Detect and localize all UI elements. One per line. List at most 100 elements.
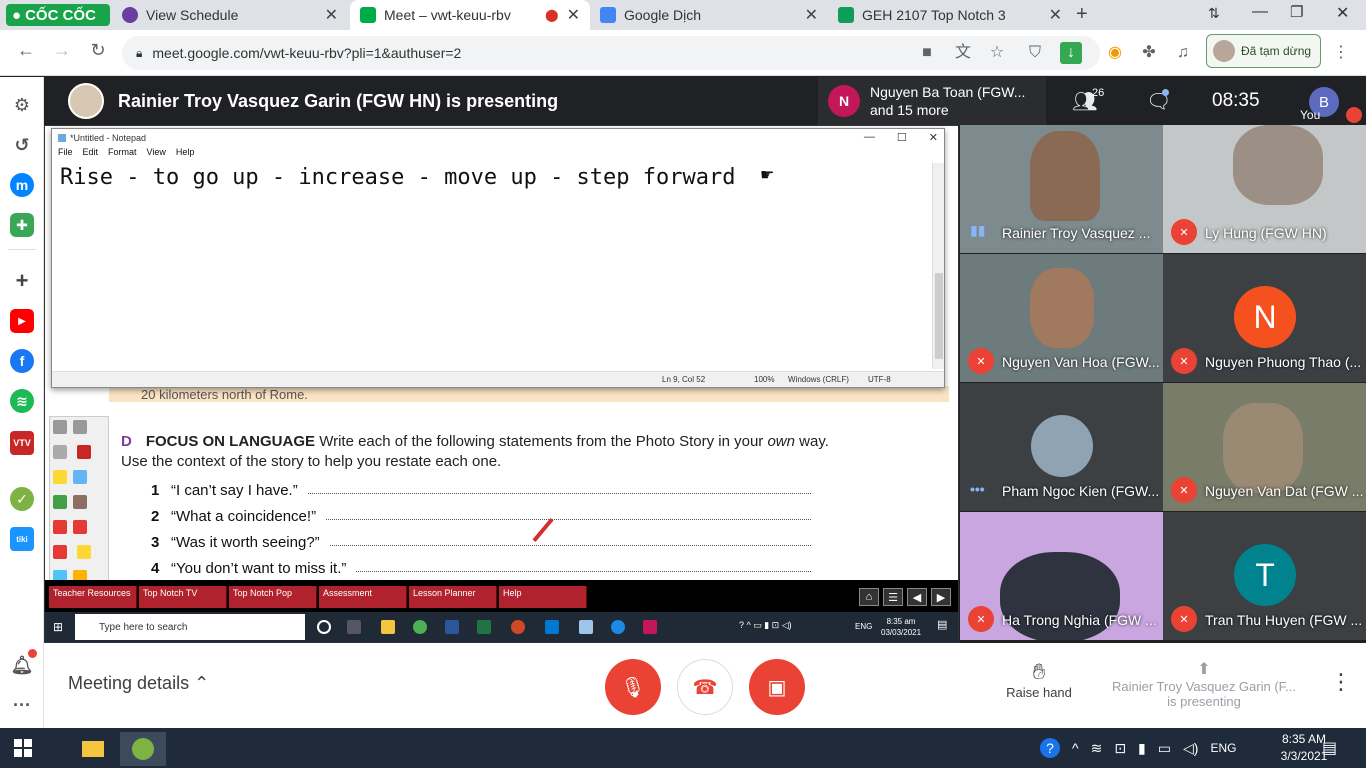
present-now-button[interactable]: ⬆ Rainier Troy Vasquez Garin (F... is pr… [1104,659,1304,709]
network-icon[interactable]: ⊡ [1114,740,1126,757]
notepad-minimize-icon[interactable]: — [864,131,875,144]
fill-color-icon[interactable] [53,545,67,559]
vtv-icon[interactable]: VTV [10,431,34,455]
hand-tool-icon[interactable] [53,445,67,459]
translate-page-icon[interactable]: 文 [952,42,974,64]
tab-view-schedule[interactable]: View Schedule ✕ [112,0,348,30]
bookmark-star-icon[interactable]: ☆ [986,42,1008,64]
extensions-puzzle-icon[interactable]: ✤ [1138,42,1160,64]
leave-call-button[interactable]: ☎︎ [677,659,733,715]
windows-start-icon[interactable] [14,739,32,757]
media-control-icon[interactable]: ♫ [1172,42,1194,64]
nav-top-notch-tv[interactable]: Top Notch TV [139,586,227,608]
more-dots-icon[interactable]: ··· [10,693,34,717]
file-explorer-icon[interactable] [381,620,395,634]
volume-icon[interactable]: ◁) [1183,740,1198,757]
wifi-icon[interactable]: ≋ [1091,740,1103,757]
mail-icon[interactable] [545,620,559,634]
shield-icon[interactable]: ⛉ [1024,42,1046,64]
tiki-icon[interactable]: tiki [10,527,34,551]
settings-gear-icon[interactable]: ⚙ [10,93,34,117]
menu-format[interactable]: Format [108,147,137,163]
profile-paused-button[interactable]: Đã tạm dừng [1206,34,1321,68]
more-options-icon[interactable]: ⋮ [1330,669,1352,695]
new-tab-button[interactable]: + [1076,3,1088,26]
sticky-note-icon[interactable] [77,545,92,559]
nav-help[interactable]: Help [499,586,587,608]
close-window-button[interactable]: ✕ [1336,3,1349,23]
powerpoint-icon[interactable] [511,620,525,634]
mic-toggle-button[interactable]: 🎙︎ [605,659,661,715]
meeting-details-button[interactable]: Meeting details ⌃ [68,673,209,694]
minimize-button[interactable]: — [1252,3,1268,21]
raise-hand-button[interactable]: ✋︎ Raise hand [994,659,1084,700]
close-tab-icon[interactable]: ✕ [325,5,338,25]
tile-ly-hung[interactable]: ✕ Ly Hung (FGW HN) [1163,125,1366,253]
microphone-icon[interactable]: ▮ [1138,740,1146,757]
excel-icon[interactable] [477,620,491,634]
taskbar-search[interactable]: Type here to search [75,614,305,640]
start-icon[interactable]: ⊞ [53,620,63,634]
coccoc-logo[interactable]: ● CỐC CỐC [6,4,110,26]
coccoc-taskbar-icon[interactable] [120,732,166,766]
color-picker-icon[interactable] [73,520,87,534]
tile-ha-trong-nghia[interactable]: ✕ Ha Trong Nghia (FGW ... [960,512,1163,640]
close-tab-icon[interactable]: ✕ [805,5,818,25]
game-icon[interactable]: ✚ [10,213,34,237]
download-icon[interactable]: ↓ [1060,42,1082,64]
cortana-icon[interactable] [317,620,331,634]
history-icon[interactable]: ↺ [10,133,34,157]
taskbar-clock[interactable]: 8:35 AM 3/3/2021 [1280,731,1328,765]
coccoc-go-icon[interactable]: ✓ [10,487,34,511]
tile-rainier[interactable]: ▮▮ Rainier Troy Vasquez ... [960,125,1163,253]
tab-search-icon[interactable]: ⇅ [1208,5,1220,22]
zoom-tool-icon[interactable] [73,420,87,434]
add-icon[interactable]: + [10,268,34,293]
chevron-up-tray-icon[interactable]: ^ [1072,740,1079,756]
nav-teacher-resources[interactable]: Teacher Resources [49,586,137,608]
camera-icon[interactable]: ■ [916,42,938,64]
close-tab-icon[interactable]: ✕ [567,5,580,25]
back-button[interactable]: ← [14,40,38,61]
task-view-icon[interactable] [347,620,361,634]
close-tab-icon[interactable]: ✕ [1049,5,1062,25]
forward-button[interactable]: → [50,40,74,61]
action-center-icon[interactable]: ▤ [1322,738,1337,758]
undo-icon[interactable] [53,495,67,509]
shared-notification-icon[interactable]: ▤ [937,618,947,631]
join-notification[interactable]: N Nguyen Ba Toan (FGW... and 15 more [818,77,1046,125]
highlighter-icon[interactable] [53,470,67,484]
nav-lesson-planner[interactable]: Lesson Planner [409,586,497,608]
menu-edit[interactable]: Edit [83,147,99,163]
menu-help[interactable]: Help [176,147,195,163]
maximize-button[interactable]: ❐ [1290,3,1303,21]
notepad-scrollbar[interactable] [932,163,944,369]
eraser-icon[interactable] [73,470,87,484]
extension-coccoc-icon[interactable]: ◉ [1104,42,1126,64]
battery-icon[interactable]: ▭ [1158,740,1171,757]
youtube-icon[interactable]: ▶ [10,309,34,333]
spotify-icon[interactable]: ≋ [10,389,34,413]
notepad-close-icon[interactable]: ✕ [929,131,938,144]
file-explorer-taskbar-icon[interactable] [70,732,116,766]
menu-view[interactable]: View [147,147,166,163]
brush-icon[interactable] [73,495,87,509]
edge-icon[interactable] [611,620,625,634]
menu-list-icon[interactable]: ☰ [883,588,903,606]
help-icon[interactable]: ? [1040,738,1060,758]
tile-nguyen-phuong-thao[interactable]: N ✕ Nguyen Phuong Thao (... [1163,254,1366,382]
tab-meet[interactable]: Meet – vwt-keuu-rbv ⬤ ✕ [350,0,590,30]
messenger-icon[interactable]: m [10,173,34,197]
camera-toggle-button[interactable]: ▣ [749,659,805,715]
tile-tran-thu-huyen[interactable]: T ✕ Tran Thu Huyen (FGW ... [1163,512,1366,640]
notepad-text-area[interactable]: Rise - to go up - increase - move up - s… [60,165,736,190]
nav-top-notch-pop[interactable]: Top Notch Pop [229,586,317,608]
browser-menu-icon[interactable]: ⋮ [1330,42,1352,64]
facebook-icon[interactable]: f [10,349,34,373]
reload-button[interactable]: ↻ [86,40,110,61]
next-page-icon[interactable]: ▶ [931,588,951,606]
pen-tool-icon[interactable] [77,445,92,459]
tile-nguyen-van-hoa[interactable]: ✕ Nguyen Van Hoa (FGW... [960,254,1163,382]
pointer-tool-icon[interactable] [53,420,67,434]
prev-page-icon[interactable]: ◀ [907,588,927,606]
